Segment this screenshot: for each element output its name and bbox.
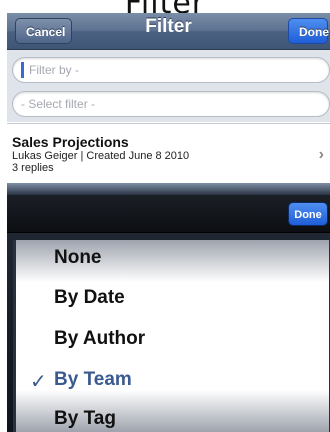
chevron-right-icon: ›	[318, 146, 324, 163]
filter-picker-wheel[interactable]: None By Date By Author ✓ By Team By Tag	[13, 240, 330, 432]
picker-option-label: None	[54, 247, 102, 268]
picker-toolbar: Done	[7, 195, 330, 233]
checkmark-icon: ✓	[30, 371, 47, 393]
list-item-title: Sales Projections	[12, 134, 129, 150]
select-filter-placeholder: - Select filter -	[21, 97, 96, 111]
select-filter-field[interactable]: - Select filter -	[12, 91, 330, 117]
filter-by-input[interactable]: Filter by -	[12, 57, 330, 83]
picker-option-label: By Tag	[54, 408, 116, 429]
overlay-dim	[7, 183, 330, 195]
list-item[interactable]: Sales Projections Lukas Geiger | Created…	[7, 123, 330, 184]
picker-option-label: By Author	[54, 328, 146, 349]
list-item-replies: 3 replies	[12, 162, 54, 174]
text-cursor	[21, 62, 24, 78]
picker-option-label: By Team	[54, 369, 132, 390]
filter-form: Filter by - - Select filter -	[7, 50, 330, 122]
filter-by-placeholder: Filter by -	[29, 63, 80, 77]
picker-option-label: By Date	[54, 287, 125, 308]
picker-done-button[interactable]: Done	[288, 202, 328, 226]
nav-title: Filter	[145, 16, 192, 37]
list-item-meta: Lukas Geiger | Created June 8 2010	[12, 150, 190, 162]
done-button[interactable]: Done	[288, 18, 329, 44]
navigation-bar: Cancel Filter Done	[7, 13, 330, 50]
